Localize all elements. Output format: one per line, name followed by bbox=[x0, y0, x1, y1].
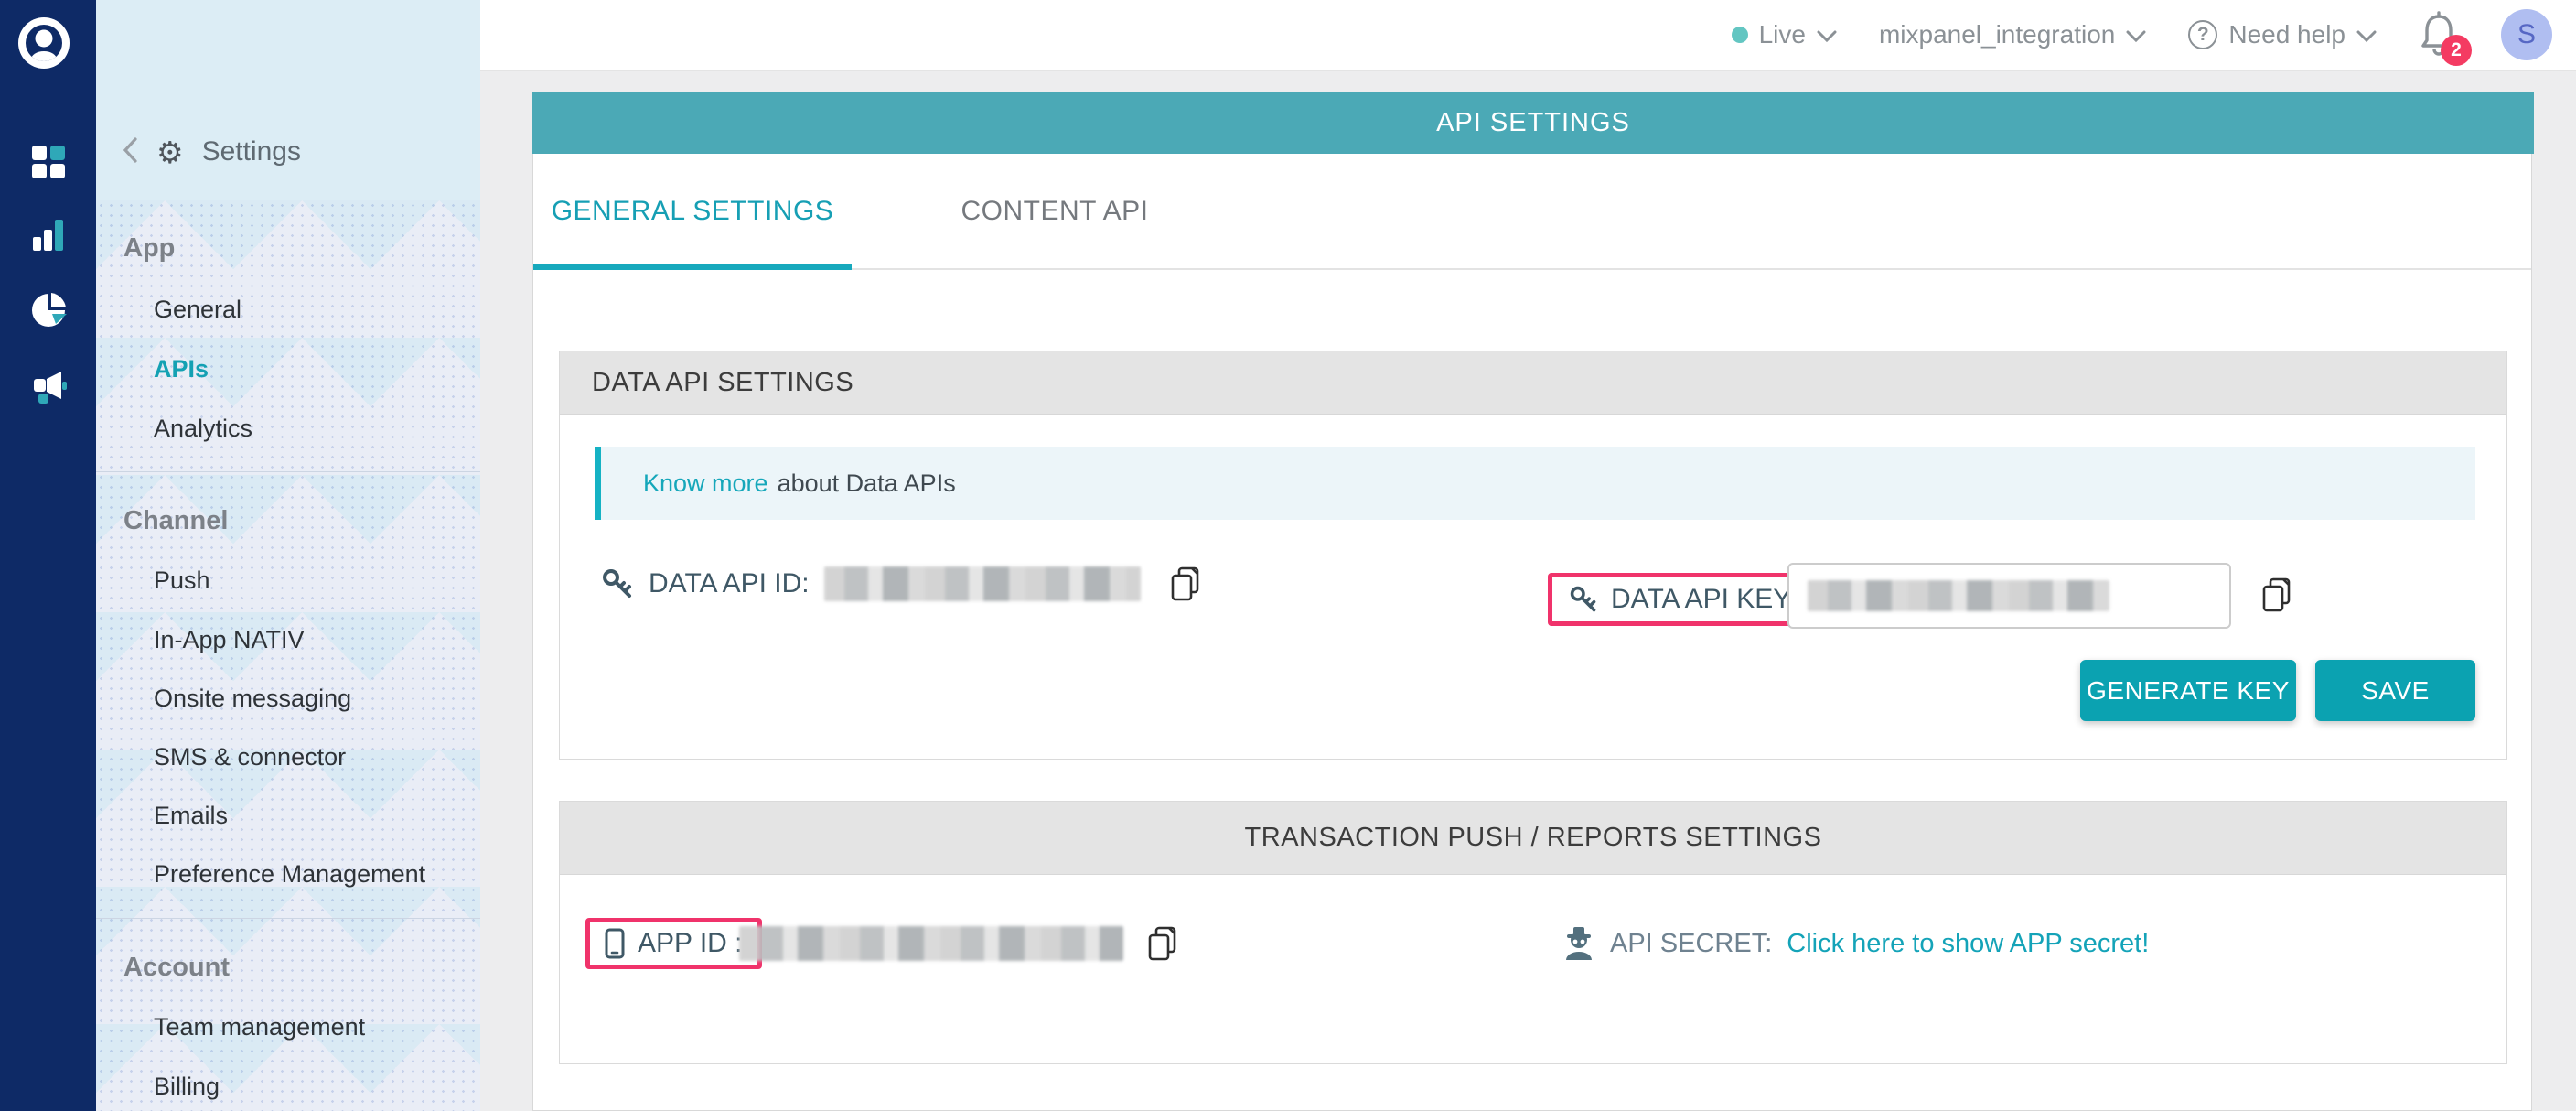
api-settings-card: API SETTINGS GENERAL SETTINGS CONTENT AP… bbox=[532, 92, 2532, 1111]
sidebar-item-in-app-nativ[interactable]: In-App NATIV bbox=[154, 626, 305, 654]
avatar[interactable]: S bbox=[2501, 9, 2552, 60]
spy-icon bbox=[1562, 926, 1595, 961]
sidebar-divider bbox=[96, 918, 480, 919]
live-label: Live bbox=[1759, 20, 1806, 49]
app-id-label: APP ID : bbox=[638, 928, 743, 959]
sidebar-item-emails[interactable]: Emails bbox=[154, 802, 228, 830]
sidebar-item-billing[interactable]: Billing bbox=[154, 1073, 220, 1101]
back-chevron-icon[interactable] bbox=[122, 136, 138, 168]
sidebar-item-general[interactable]: General bbox=[154, 296, 242, 324]
bar-chart-icon[interactable] bbox=[0, 217, 96, 253]
app-rail bbox=[0, 0, 96, 1111]
data-api-key-input[interactable] bbox=[1787, 563, 2231, 629]
sidebar-section-app: App bbox=[123, 233, 175, 264]
save-button[interactable]: SAVE bbox=[2315, 660, 2475, 721]
transaction-settings-section: TRANSACTION PUSH / REPORTS SETTINGS APP … bbox=[559, 801, 2507, 1064]
help-dropdown[interactable]: ? Need help bbox=[2188, 20, 2377, 49]
environment-dropdown[interactable]: Live bbox=[1732, 20, 1837, 49]
live-status-dot bbox=[1732, 27, 1748, 43]
project-name: mixpanel_integration bbox=[1879, 20, 2115, 49]
brand-logo[interactable] bbox=[17, 16, 70, 70]
api-secret-row: API SECRET: Click here to show APP secre… bbox=[1562, 926, 2149, 961]
sidebar-section-channel: Channel bbox=[123, 506, 228, 536]
topbar: Live mixpanel_integration ? Need help 2 … bbox=[480, 0, 2576, 71]
generate-key-button[interactable]: GENERATE KEY bbox=[2080, 660, 2296, 721]
api-secret-label: API SECRET: bbox=[1610, 929, 1772, 959]
pie-chart-icon[interactable] bbox=[0, 291, 96, 329]
sidebar-divider bbox=[96, 471, 480, 472]
sidebar-item-onsite-messaging[interactable]: Onsite messaging bbox=[154, 685, 351, 713]
megaphone-icon[interactable] bbox=[0, 368, 96, 408]
sidebar-title: Settings bbox=[202, 136, 301, 167]
tabs-row: GENERAL SETTINGS CONTENT API bbox=[533, 154, 2531, 270]
tab-general-settings[interactable]: GENERAL SETTINGS bbox=[533, 154, 852, 268]
sidebar-section-account: Account bbox=[123, 953, 230, 983]
show-app-secret-link[interactable]: Click here to show APP secret! bbox=[1787, 929, 2149, 959]
know-more-infobox: Know more about Data APIs bbox=[595, 447, 2475, 520]
copy-data-api-id-icon[interactable] bbox=[1168, 565, 1203, 603]
help-icon: ? bbox=[2188, 20, 2217, 49]
chevron-down-icon bbox=[2126, 30, 2146, 43]
app-id-highlight-box: APP ID : bbox=[585, 918, 762, 969]
data-api-id-row: DATA API ID: bbox=[601, 565, 1203, 603]
data-api-key-label: DATA API KEY: bbox=[1611, 584, 1798, 615]
chevron-down-icon bbox=[2356, 30, 2377, 43]
gear-icon: ⚙ bbox=[156, 137, 184, 167]
dashboard-grid-icon[interactable] bbox=[0, 144, 96, 180]
sidebar-item-sms-connector[interactable]: SMS & connector bbox=[154, 743, 346, 771]
know-more-text: about Data APIs bbox=[778, 469, 956, 498]
active-tab-underline bbox=[533, 264, 852, 270]
page-title: API SETTINGS bbox=[532, 92, 2534, 154]
notification-badge: 2 bbox=[2441, 35, 2472, 66]
data-api-settings-section: DATA API SETTINGS Know more about Data A… bbox=[559, 351, 2507, 760]
transaction-section-title: TRANSACTION PUSH / REPORTS SETTINGS bbox=[560, 802, 2506, 875]
key-icon bbox=[1569, 585, 1598, 614]
project-dropdown[interactable]: mixpanel_integration bbox=[1879, 20, 2146, 49]
notifications-button[interactable]: 2 bbox=[2419, 11, 2459, 59]
phone-icon bbox=[605, 928, 625, 959]
settings-sidebar: ⚙ Settings App General APIs Analytics Ch… bbox=[96, 0, 480, 1111]
data-api-id-value-redacted bbox=[824, 566, 1141, 601]
sidebar-item-team-management[interactable]: Team management bbox=[154, 1013, 365, 1041]
data-api-id-label: DATA API ID: bbox=[649, 568, 810, 599]
data-api-key-value-redacted bbox=[1808, 580, 2109, 611]
copy-app-id-icon[interactable] bbox=[1145, 924, 1180, 963]
sidebar-item-analytics[interactable]: Analytics bbox=[154, 415, 252, 443]
screen: ⚙ Settings App General APIs Analytics Ch… bbox=[0, 0, 2576, 1111]
data-api-key-highlight-box: DATA API KEY: bbox=[1548, 573, 1819, 626]
app-id-value-redacted bbox=[739, 926, 1123, 961]
help-label: Need help bbox=[2228, 20, 2345, 49]
tab-content-api[interactable]: CONTENT API bbox=[863, 154, 1247, 268]
know-more-link[interactable]: Know more bbox=[643, 469, 768, 498]
settings-sidebar-body: App General APIs Analytics Channel Push … bbox=[96, 200, 480, 1111]
settings-sidebar-header: ⚙ Settings bbox=[96, 0, 480, 200]
copy-data-api-key-icon[interactable] bbox=[2259, 576, 2294, 614]
sidebar-item-apis[interactable]: APIs bbox=[154, 355, 209, 383]
sidebar-item-preference-management[interactable]: Preference Management bbox=[154, 860, 425, 889]
key-icon bbox=[601, 567, 634, 600]
chevron-down-icon bbox=[1817, 30, 1837, 43]
data-api-section-title: DATA API SETTINGS bbox=[560, 351, 2506, 415]
sidebar-item-push[interactable]: Push bbox=[154, 566, 210, 595]
